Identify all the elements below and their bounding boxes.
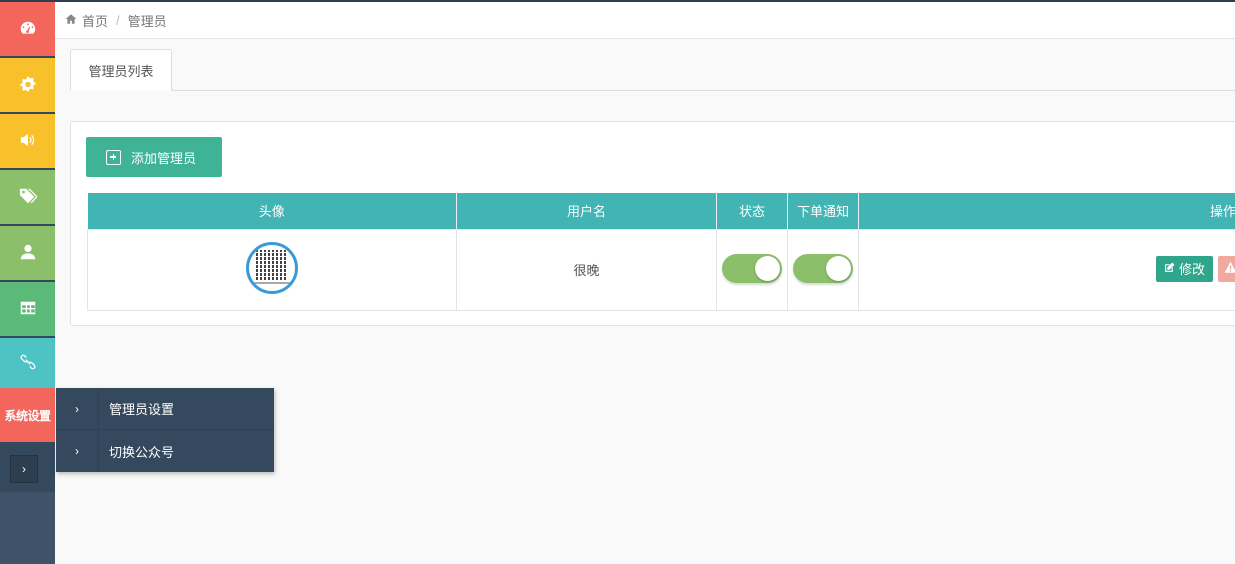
- column-header-username: 用户名: [456, 193, 717, 229]
- warning-icon: [1224, 261, 1235, 277]
- sidebar-item-links[interactable]: [0, 338, 55, 388]
- chevron-right-icon: ›: [22, 462, 26, 476]
- column-header-actions: 操作: [858, 193, 1235, 229]
- edit-icon: [1164, 261, 1179, 276]
- actions-cell: 修改: [858, 228, 1235, 311]
- toggle-knob: [826, 255, 851, 281]
- plus-square-icon: [106, 149, 121, 165]
- user-icon: [19, 243, 37, 264]
- sidebar-item-users[interactable]: [0, 226, 55, 282]
- order-notify-toggle[interactable]: [793, 253, 853, 283]
- admin-table: 头像 用户名 状态 下单通知 操作 很晚 修改: [87, 193, 1235, 311]
- table-header-row: 头像 用户名 状态 下单通知 操作: [87, 193, 1235, 229]
- column-header-avatar: 头像: [87, 193, 457, 229]
- home-icon: [65, 13, 82, 28]
- chevron-right-icon: ›: [56, 387, 99, 430]
- submenu-item-admin-settings[interactable]: › 管理员设置: [56, 387, 274, 430]
- breadcrumb-separator: /: [116, 12, 120, 28]
- table-icon: [19, 299, 37, 320]
- dashboard-icon: [19, 19, 37, 40]
- status-cell: [716, 228, 788, 311]
- edit-label: 修改: [1178, 262, 1205, 277]
- sidebar-item-broadcast[interactable]: [0, 114, 55, 170]
- order-notify-cell: [787, 228, 859, 311]
- sidebar-item-settings[interactable]: [0, 58, 55, 114]
- submenu-item-switch-account[interactable]: › 切换公众号: [56, 430, 274, 472]
- status-toggle[interactable]: [722, 253, 782, 283]
- admin-list-panel: 添加管理员 头像 用户名 状态 下单通知 操作 很晚 修改: [70, 121, 1235, 326]
- add-admin-label: 添加管理员: [131, 150, 197, 166]
- qr-caption: [253, 282, 291, 284]
- tab-bar: 管理员列表: [70, 49, 1235, 91]
- volume-icon: [19, 131, 37, 152]
- breadcrumb: 首页 / 管理员: [55, 2, 1235, 39]
- sidebar-expand-button[interactable]: ›: [10, 455, 38, 483]
- system-settings-submenu: › 管理员设置 › 切换公众号: [56, 387, 274, 472]
- submenu-item-label: 管理员设置: [109, 402, 175, 417]
- breadcrumb-current: 管理员: [127, 13, 167, 29]
- tags-icon: [19, 187, 38, 208]
- sidebar-item-dashboard[interactable]: [0, 2, 55, 58]
- table-row: 很晚 修改: [87, 228, 1235, 311]
- delete-button[interactable]: [1218, 255, 1235, 282]
- username-cell: 很晚: [456, 228, 717, 311]
- add-admin-button[interactable]: 添加管理员: [86, 137, 222, 177]
- avatar: [246, 242, 298, 294]
- sidebar-item-table[interactable]: [0, 282, 55, 338]
- sidebar-item-tags[interactable]: [0, 170, 55, 226]
- avatar-cell: [87, 228, 457, 311]
- top-border: [0, 0, 1235, 2]
- gear-icon: [19, 75, 37, 96]
- edit-button[interactable]: 修改: [1156, 255, 1213, 282]
- breadcrumb-home-link[interactable]: 首页: [82, 11, 108, 30]
- qr-code-overlay: [256, 250, 288, 280]
- chevron-right-icon: ›: [56, 430, 99, 472]
- column-header-order-notify: 下单通知: [787, 193, 859, 229]
- toggle-knob: [755, 255, 780, 281]
- submenu-item-label: 切换公众号: [109, 444, 175, 460]
- link-icon: [19, 353, 37, 374]
- sidebar-item-system-settings[interactable]: 系统设置: [0, 388, 55, 442]
- sidebar: 系统设置 ›: [0, 0, 55, 564]
- column-header-status: 状态: [716, 193, 788, 229]
- tab-admin-list[interactable]: 管理员列表: [70, 49, 172, 91]
